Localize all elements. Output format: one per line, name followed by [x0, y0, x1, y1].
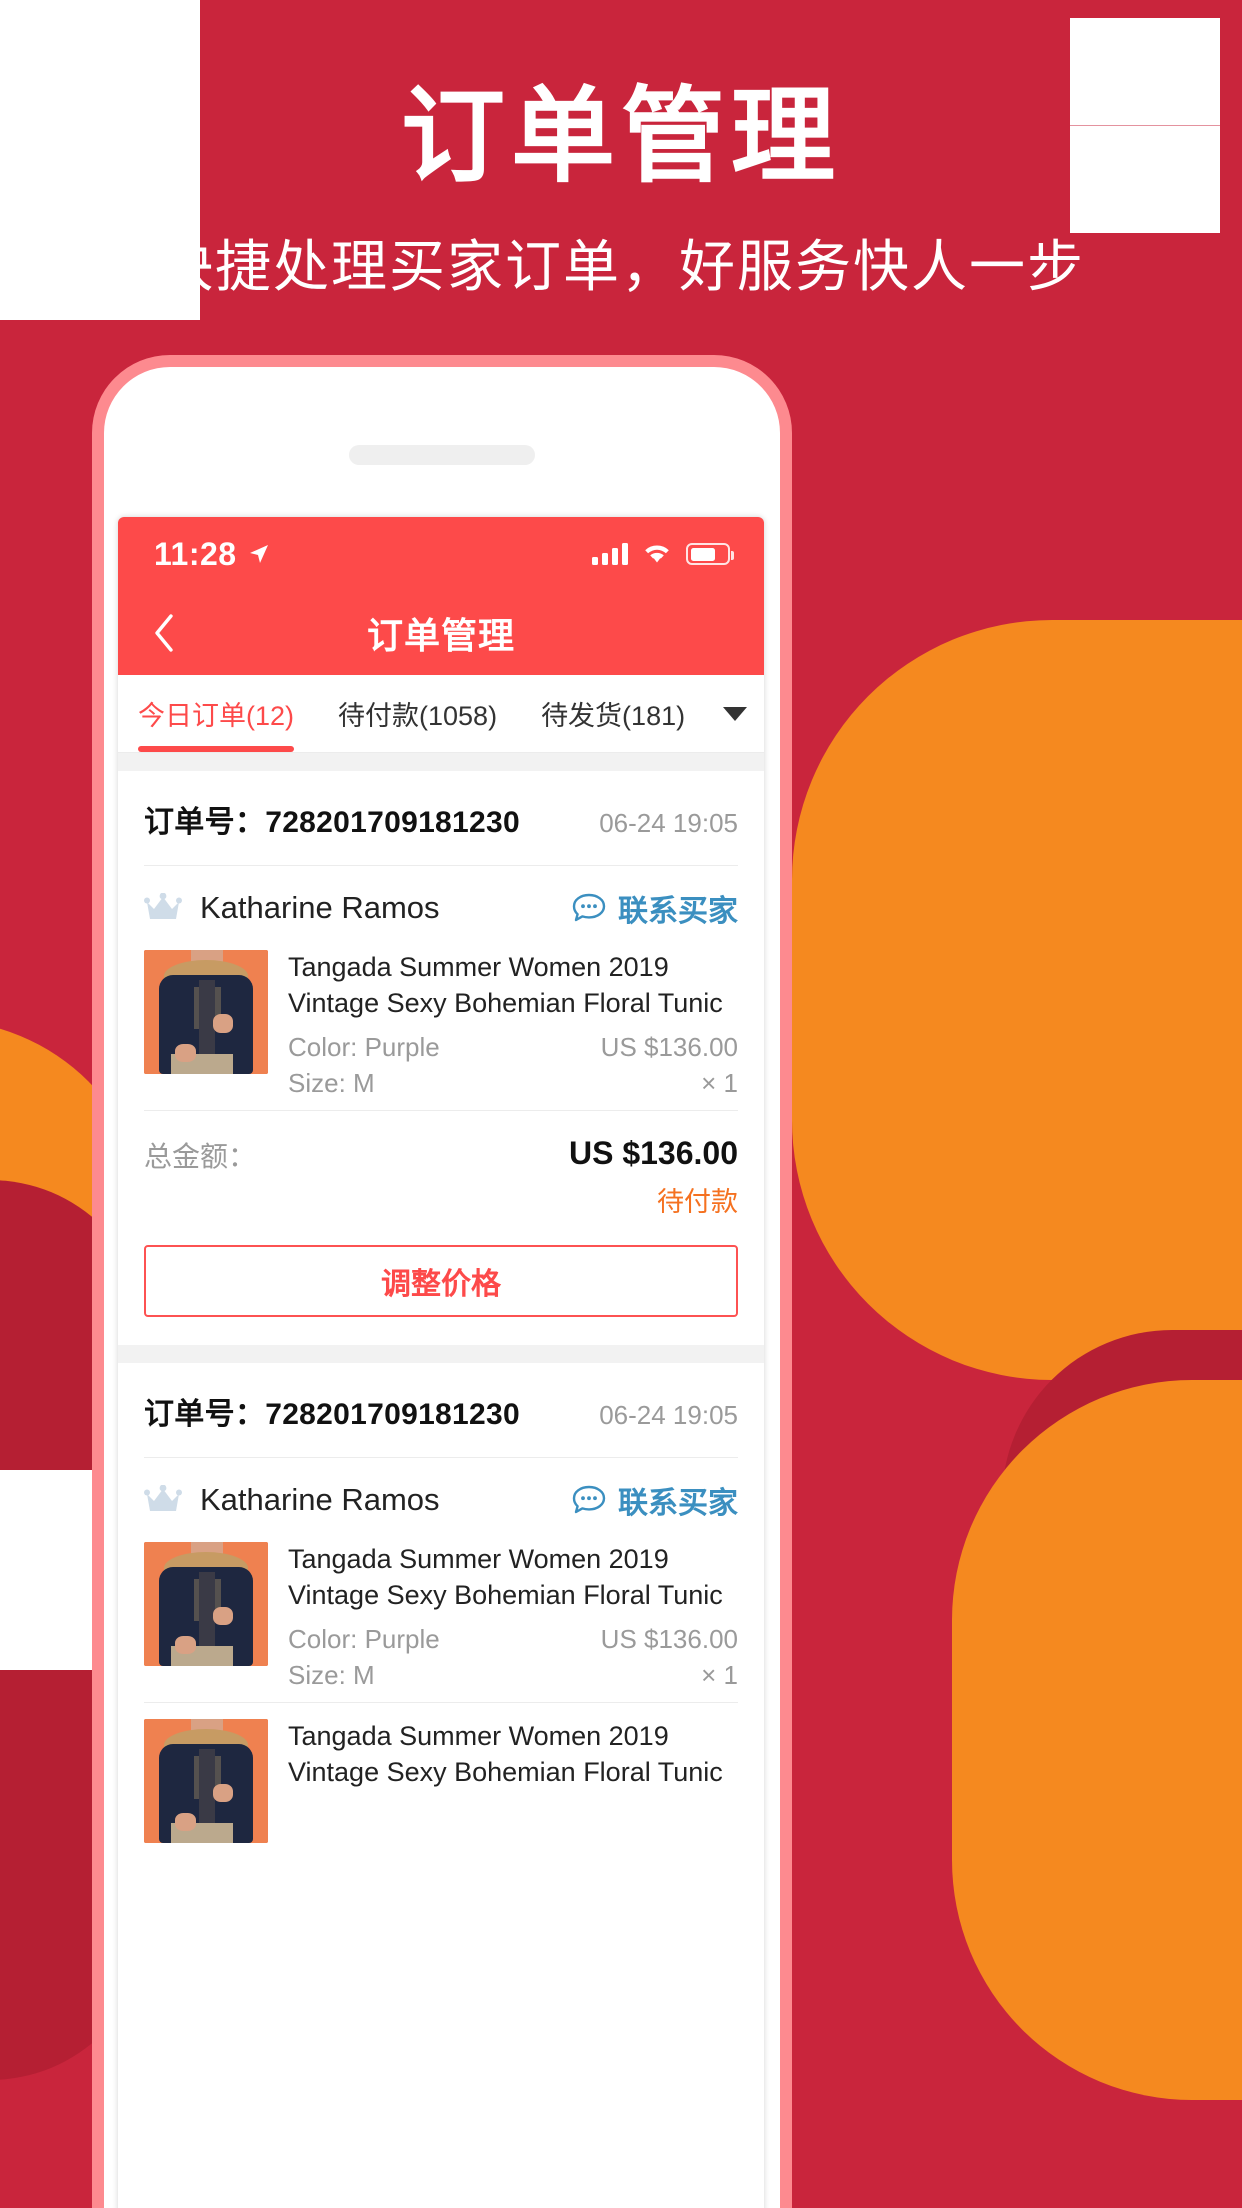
- contact-buyer-label: 联系买家: [618, 1487, 738, 1521]
- product-size: Size: M: [288, 1068, 375, 1099]
- contact-buyer-button[interactable]: 联系买家: [572, 886, 738, 930]
- product-attributes: Color: Purple Size: M US $136.00 × 1: [288, 1030, 738, 1102]
- product-color: Color: Purple: [288, 1032, 440, 1063]
- status-bar-left: 11:28: [154, 536, 271, 573]
- order-item[interactable]: Tangada Summer Women 2019 Vintage Sexy B…: [144, 1540, 738, 1702]
- buyer-identity: Katharine Ramos: [144, 1482, 440, 1518]
- order-status-badge: 待付款: [657, 1187, 738, 1218]
- chat-bubble-icon: [572, 893, 606, 922]
- phone-screen: 11:28 订单管理 今日订单(12) 待付款(1058) 待发货(181) 订…: [118, 517, 764, 2208]
- signal-bars-icon: [592, 543, 628, 565]
- back-button[interactable]: [142, 611, 186, 655]
- order-number-value: 728201709181230: [265, 806, 520, 839]
- order-item[interactable]: Tangada Summer Women 2019 Vintage Sexy B…: [144, 948, 738, 1110]
- product-variant: Color: Purple Size: M: [288, 1030, 440, 1102]
- location-arrow-icon: [249, 545, 268, 563]
- product-title: Tangada Summer Women 2019 Vintage Sexy B…: [288, 952, 723, 1018]
- product-price-qty: US $136.00 × 1: [601, 1030, 738, 1102]
- product-thumbnail: [144, 950, 268, 1074]
- product-thumbnail: [144, 1542, 268, 1667]
- order-card: 订单号：728201709181230 06-24 19:05 Katharin…: [118, 771, 764, 1318]
- status-bar-right: [592, 543, 734, 565]
- tab-expand-button[interactable]: [706, 675, 764, 752]
- phone-speaker: [349, 445, 535, 465]
- product-quantity: × 1: [701, 1068, 738, 1099]
- decor-orange-shape-right: [792, 620, 1242, 1380]
- product-price: US $136.00: [600, 1624, 738, 1655]
- nav-bar: 订单管理: [118, 591, 764, 675]
- product-info: Tangada Summer Women 2019 Vintage Sexy B…: [288, 1719, 738, 1843]
- promo-subheadline: 快捷处理买家订单，好服务快人一步: [157, 235, 1085, 298]
- contact-buyer-button[interactable]: 联系买家: [572, 1478, 738, 1522]
- buyer-name: Katharine Ramos: [200, 1482, 440, 1518]
- product-price: US $136.00: [600, 1032, 738, 1063]
- battery-icon: [686, 543, 734, 565]
- order-item[interactable]: Tangada Summer Women 2019 Vintage Sexy B…: [144, 1702, 738, 1851]
- tab-awaiting-payment[interactable]: 待付款(1058): [316, 675, 519, 752]
- status-time: 11:28: [154, 535, 237, 572]
- product-thumbnail: [144, 1719, 268, 1844]
- order-timestamp: 06-24 19:05: [599, 808, 738, 838]
- chat-bubble-icon: [572, 1485, 606, 1514]
- crown-icon: [144, 893, 182, 919]
- product-attributes: Color: Purple Size: M US $136.00 × 1: [288, 1622, 738, 1694]
- order-number: 订单号：728201709181230: [144, 1389, 520, 1433]
- wifi-icon: [645, 545, 669, 563]
- order-card: 订单号：728201709181230 06-24 19:05 Katharin…: [118, 1363, 764, 1852]
- order-total-row: 总金额： US $136.00 待付款: [144, 1110, 738, 1235]
- adjust-price-button[interactable]: 调整价格: [144, 1245, 738, 1318]
- buyer-identity: Katharine Ramos: [144, 890, 440, 926]
- product-info: Tangada Summer Women 2019 Vintage Sexy B…: [288, 950, 738, 1102]
- buyer-row[interactable]: Katharine Ramos 联系买家: [144, 1457, 738, 1540]
- decor-orange-shape-right-lower: [952, 1380, 1242, 2100]
- order-timestamp: 06-24 19:05: [599, 1400, 738, 1431]
- product-price-qty: US $136.00 × 1: [601, 1622, 738, 1694]
- section-divider: [118, 1345, 764, 1364]
- page-title: 订单管理: [366, 615, 515, 656]
- tab-scroll-area[interactable]: 今日订单(12) 待付款(1058) 待发货(181) 买家申请取: [118, 675, 706, 752]
- chevron-left-icon: [155, 614, 173, 652]
- order-header: 订单号：728201709181230 06-24 19:05: [144, 1363, 738, 1457]
- product-title: Tangada Summer Women 2019 Vintage Sexy B…: [288, 1544, 723, 1611]
- product-size: Size: M: [288, 1660, 375, 1691]
- total-amount: US $136.00: [568, 1135, 738, 1172]
- order-number-label: 订单号：: [144, 1398, 266, 1432]
- buyer-row[interactable]: Katharine Ramos 联系买家: [144, 865, 738, 948]
- crown-icon: [144, 1485, 182, 1512]
- product-info: Tangada Summer Women 2019 Vintage Sexy B…: [288, 1542, 738, 1694]
- order-number-value: 728201709181230: [265, 1398, 520, 1432]
- tab-bar: 今日订单(12) 待付款(1058) 待发货(181) 买家申请取: [118, 675, 764, 753]
- order-header: 订单号：728201709181230 06-24 19:05: [144, 771, 738, 865]
- order-number-label: 订单号：: [144, 806, 266, 839]
- product-color: Color: Purple: [288, 1624, 440, 1655]
- product-quantity: × 1: [701, 1660, 738, 1691]
- section-divider: [118, 753, 764, 771]
- product-variant: Color: Purple Size: M: [288, 1622, 440, 1694]
- phone-mockup: 11:28 订单管理 今日订单(12) 待付款(1058) 待发货(181) 订…: [92, 355, 792, 2208]
- total-label: 总金额：: [144, 1141, 257, 1173]
- promo-headline: 订单管理: [400, 79, 841, 195]
- tab-awaiting-shipment[interactable]: 待发货(181): [519, 675, 706, 752]
- product-title: Tangada Summer Women 2019 Vintage Sexy B…: [288, 1721, 723, 1788]
- chevron-down-icon: [723, 706, 747, 721]
- order-number: 订单号：728201709181230: [144, 797, 520, 841]
- total-values: US $136.00 待付款: [569, 1135, 738, 1219]
- status-bar: 11:28: [118, 517, 764, 591]
- tab-today-orders[interactable]: 今日订单(12): [118, 675, 316, 752]
- buyer-name: Katharine Ramos: [200, 890, 440, 925]
- contact-buyer-label: 联系买家: [618, 895, 738, 928]
